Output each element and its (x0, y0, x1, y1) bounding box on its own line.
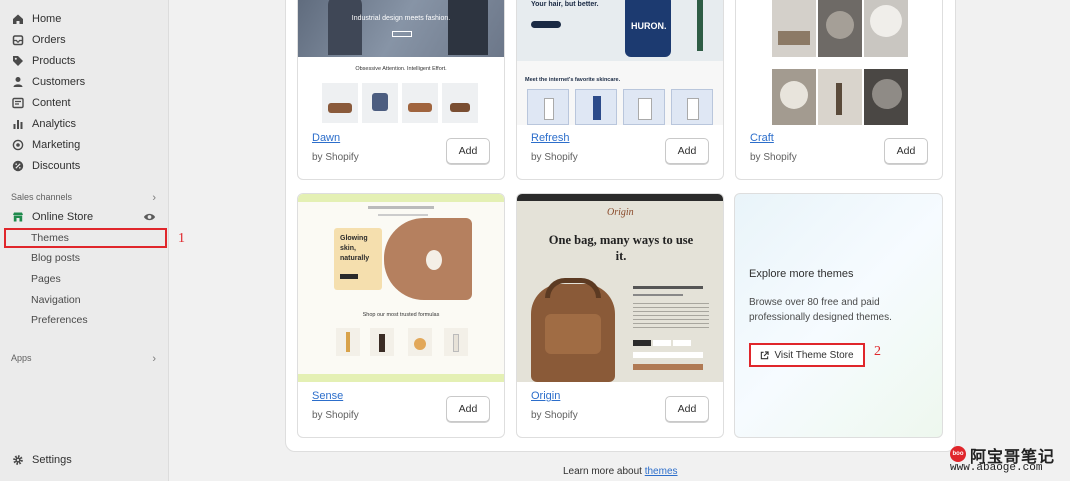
sense-subline: Shop our most trusted formulas (362, 312, 440, 318)
sidebar-item-orders[interactable]: Orders (6, 30, 166, 50)
person-icon (12, 76, 24, 88)
add-theme-button[interactable]: Add (665, 138, 709, 164)
theme-info: Sense by Shopify (312, 390, 359, 423)
sidebar-item-discounts[interactable]: Discounts (6, 156, 166, 176)
explore-description: Browse over 80 free and paid professiona… (749, 297, 892, 323)
theme-info: Refresh by Shopify (531, 132, 578, 165)
add-theme-button[interactable]: Add (446, 138, 490, 164)
content-icon (12, 97, 24, 109)
learn-more-text: Learn more about themes (563, 466, 678, 477)
sidebar-item-label: Home (32, 13, 62, 25)
theme-name-link[interactable]: Refresh (531, 132, 578, 144)
explore-title: Explore more themes (749, 268, 854, 280)
sidebar-item-label: Online Store (32, 211, 94, 223)
theme-preview-sense: Glowing skin, naturally Shop our most tr… (298, 194, 504, 382)
learn-more-prefix: Learn more about (563, 466, 645, 477)
add-theme-button[interactable]: Add (884, 138, 928, 164)
themes-highlight-box (4, 228, 167, 248)
visit-theme-store-label: Visit Theme Store (774, 349, 854, 361)
refresh-brand: HURON. (631, 21, 667, 31)
theme-name-link[interactable]: Dawn (312, 132, 359, 144)
sidebar-item-marketing[interactable]: Marketing (6, 135, 166, 155)
theme-info: Dawn by Shopify (312, 132, 359, 165)
discount-icon (12, 160, 24, 172)
theme-preview-craft (736, 0, 942, 125)
eye-icon[interactable] (143, 211, 156, 223)
gear-icon (12, 454, 24, 466)
sidebar-item-label: Marketing (32, 139, 81, 151)
sidebar-item-label: Content (32, 97, 71, 109)
annotation-number-1: 1 (178, 231, 185, 246)
theme-card-origin: Origin One bag, many ways to use it. Ori… (516, 193, 724, 438)
sidebar-subitem-blog-posts[interactable]: Blog posts (6, 248, 166, 268)
add-theme-button[interactable]: Add (446, 396, 490, 422)
visit-theme-store-button[interactable]: Visit Theme Store (749, 343, 865, 367)
sidebar-subitem-pages[interactable]: Pages (6, 269, 166, 289)
refresh-subline: Meet the internet's favorite skincare. (525, 77, 621, 83)
sidebar-item-content[interactable]: Content (6, 93, 166, 113)
annotation-number-2: 2 (874, 344, 881, 359)
dawn-hero-headline: Industrial design meets fashion. (351, 15, 451, 22)
add-theme-button[interactable]: Add (665, 396, 709, 422)
watermark: boo 阿宝哥笔记 www.abaoge.com (950, 443, 1066, 477)
external-link-icon (761, 350, 770, 359)
sidebar-item-online-store[interactable]: Online Store (6, 207, 166, 227)
theme-card-craft: Craft by Shopify Add (735, 0, 943, 180)
apps-label: Apps (11, 353, 32, 363)
target-icon (12, 139, 24, 151)
sidebar-item-settings[interactable]: Settings (6, 450, 166, 470)
theme-info: Origin by Shopify (531, 390, 578, 423)
sidebar-item-analytics[interactable]: Analytics (6, 114, 166, 134)
theme-name-link[interactable]: Sense (312, 390, 359, 402)
theme-preview-dawn: Industrial design meets fashion. Obsessi… (298, 0, 504, 125)
sidebar-subitem-label: Preferences (31, 314, 88, 326)
theme-author: by Shopify (531, 410, 578, 421)
theme-card-refresh: Your hair, but better. HURON. Meet the i… (516, 0, 724, 180)
theme-preview-origin: Origin One bag, many ways to use it. (517, 194, 723, 382)
sales-channels-label: Sales channels (11, 192, 73, 202)
sidebar-item-home[interactable]: Home (6, 9, 166, 29)
theme-author: by Shopify (531, 152, 578, 163)
dawn-subline: Obsessive Attention. Intelligent Effort. (355, 66, 447, 72)
theme-author: by Shopify (312, 152, 359, 163)
watermark-logo: boo (950, 446, 966, 462)
theme-name-link[interactable]: Craft (750, 132, 797, 144)
sidebar-item-products[interactable]: Products (6, 51, 166, 71)
theme-name-link[interactable]: Origin (531, 390, 578, 402)
bar-chart-icon (12, 118, 24, 130)
sidebar-item-label: Customers (32, 76, 86, 88)
sidebar-subitem-navigation[interactable]: Navigation (6, 290, 166, 310)
refresh-hero-headline: Your hair, but better. (531, 1, 599, 8)
theme-card-sense: Glowing skin, naturally Shop our most tr… (297, 193, 505, 438)
themes-help-link[interactable]: themes (645, 466, 678, 477)
theme-info: Craft by Shopify (750, 132, 797, 165)
sidebar-subitem-label: Navigation (31, 294, 81, 306)
sidebar-subitem-label: Blog posts (31, 252, 81, 264)
theme-author: by Shopify (312, 410, 359, 421)
sales-channels-header[interactable]: Sales channels › (11, 192, 156, 204)
orders-icon (12, 34, 24, 46)
sidebar-item-label: Settings (32, 454, 72, 466)
watermark-url: www.abaoge.com (950, 462, 1043, 474)
theme-author: by Shopify (750, 152, 797, 163)
sidebar-item-label: Analytics (32, 118, 77, 130)
sidebar-item-label: Products (32, 55, 76, 67)
sense-hero-headline: Glowing skin, naturally (340, 235, 370, 262)
chevron-right-icon: › (152, 192, 156, 204)
origin-brand: Origin (607, 207, 634, 218)
chevron-right-icon: › (152, 353, 156, 365)
sidebar-item-customers[interactable]: Customers (6, 72, 166, 92)
sidebar-subitem-label: Pages (31, 273, 61, 285)
home-icon (12, 13, 24, 25)
explore-more-themes-card: Explore more themes Browse over 80 free … (734, 193, 943, 438)
theme-preview-refresh: Your hair, but better. HURON. Meet the i… (517, 0, 723, 125)
sidebar-item-label: Orders (32, 34, 66, 46)
store-icon (12, 211, 24, 223)
tag-icon (12, 55, 24, 67)
origin-hero-headline: One bag, many ways to use it. (548, 233, 694, 263)
apps-header[interactable]: Apps › (11, 353, 156, 365)
sidebar-item-label: Discounts (32, 160, 81, 172)
sidebar-subitem-preferences[interactable]: Preferences (6, 310, 166, 330)
theme-card-dawn: Industrial design meets fashion. Obsessi… (297, 0, 505, 180)
